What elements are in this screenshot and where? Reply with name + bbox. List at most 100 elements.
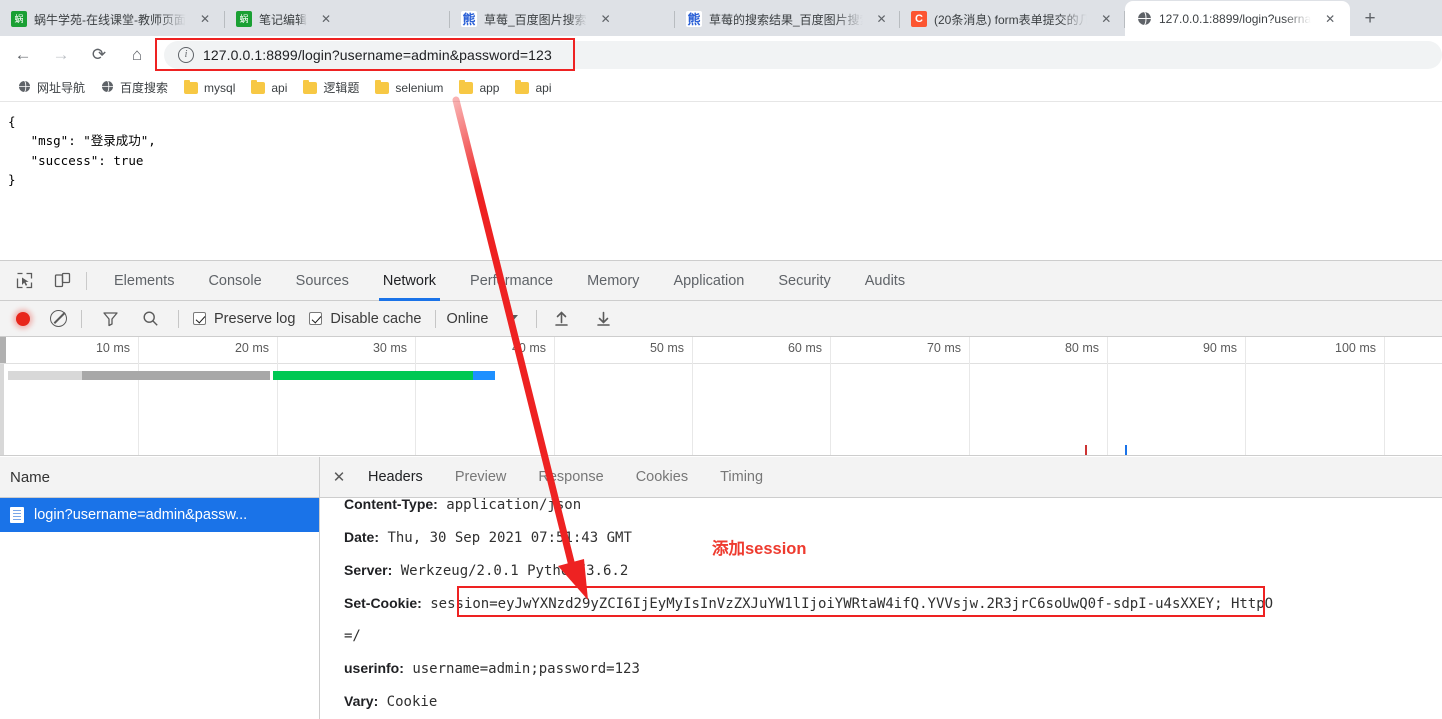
request-detail-tabs: ✕ Headers Preview Response Cookies Timing [320,457,1442,498]
header-row-6: Vary: Cookie [344,685,1442,718]
timeline-tick-label: 70 ms [926,341,961,355]
detail-subtab-timing[interactable]: Timing [704,457,779,498]
tab-close-icon[interactable]: ✕ [595,8,617,30]
header-row-4: =/ [344,620,1442,652]
search-magnifier-icon[interactable] [136,305,164,333]
clear-icon[interactable] [50,310,67,327]
folder-icon [184,79,199,94]
toolbar-divider [178,309,179,328]
browser-tab-0[interactable]: 蜗蜗牛学苑-在线课堂-教师页面 ✕ [0,2,225,36]
header-row-2: Server: Werkzeug/2.0.1 Python/3.6.2 [344,554,1442,587]
disable-cache-checkbox-box[interactable] [309,312,323,325]
header-key: Set-Cookie: [344,595,422,611]
close-icon[interactable]: ✕ [326,468,352,486]
timeline-gridline [1384,337,1385,455]
preserve-log-label: Preserve log [214,310,296,327]
header-value: Thu, 30 Sep 2021 07:51:43 GMT [379,530,632,546]
home-button[interactable]: ⌂ [122,40,152,70]
bookmark-label: api [535,80,552,95]
request-list-item[interactable]: login?username=admin&passw... [0,498,319,532]
timeline-tick-label: 90 ms [1202,341,1237,355]
chevron-down-icon[interactable] [506,315,519,322]
devtools-tab-performance[interactable]: Performance [453,261,570,301]
address-bar[interactable]: i 127.0.0.1:8899/login?username=admin&pa… [164,41,1442,69]
devtools-tab-audits[interactable]: Audits [848,261,922,301]
timeline-separator [0,363,1442,364]
bookmark-item-4[interactable]: 逻辑题 [295,77,367,99]
filter-funnel-icon[interactable] [96,305,124,333]
devtools-tab-memory[interactable]: Memory [570,261,656,301]
bookmark-label: selenium [395,80,444,95]
new-tab-button[interactable]: + [1356,5,1384,33]
browser-tab-2[interactable]: 熊草莓_百度图片搜索 ✕ [450,2,675,36]
devtools-tab-sources[interactable]: Sources [279,261,366,301]
devtools-tab-elements[interactable]: Elements [97,261,191,301]
browser-tab-5[interactable]: 127.0.0.1:8899/login?userna ✕ [1125,1,1350,36]
request-list-header: Name [0,457,319,498]
upload-arrow-icon[interactable] [547,305,575,333]
detail-subtab-cookies[interactable]: Cookies [620,457,704,498]
waterfall-segment-stalled [82,371,270,380]
back-button[interactable]: ← [8,40,38,70]
request-detail-pane: ✕ Headers Preview Response Cookies Timing Co… [320,457,1442,719]
address-bar-url: 127.0.0.1:8899/login?username=admin&pass… [203,47,552,63]
browser-tab-4[interactable]: C (20条消息) form表单提交的几 ✕ [900,2,1125,36]
timeline-tick-label: 30 ms [372,341,407,355]
bookmark-label: 网址导航 [37,81,86,95]
baidu-icon: 熊 [686,11,702,27]
bookmark-item-1[interactable]: 百度搜索 [93,77,176,99]
forward-button[interactable]: → [46,40,76,70]
waterfall-segment-content-download [473,371,495,380]
tab-close-icon[interactable]: ✕ [315,8,337,30]
timeline-gridline [277,337,278,455]
toolbar-divider [536,309,538,328]
cursor-select-icon[interactable] [10,267,38,295]
timeline-gridline [415,337,416,455]
toolbar-divider [435,309,437,328]
browser-tab-1[interactable]: 蜗笔记编辑 ✕ [225,2,450,36]
detail-subtab-preview[interactable]: Preview [439,457,523,498]
disable-cache-checkbox[interactable]: Disable cache [309,311,421,327]
header-key: userinfo: [344,660,404,676]
bookmark-item-0[interactable]: 网址导航 [10,77,93,99]
browser-tab-3[interactable]: 熊草莓的搜索结果_百度图片搜索 ✕ [675,2,900,36]
bookmark-item-7[interactable]: api [507,77,559,99]
download-arrow-icon[interactable] [589,305,617,333]
timeline-tick-label: 80 ms [1064,341,1099,355]
record-dot-icon[interactable] [16,311,30,326]
devtools-tab-security[interactable]: Security [761,261,847,301]
tab-close-icon[interactable]: ✕ [871,8,892,30]
preserve-log-checkbox-box[interactable] [193,312,206,325]
tab-close-icon[interactable]: ✕ [1319,8,1341,30]
bookmark-item-5[interactable]: selenium [367,77,451,99]
devtools-tab-console[interactable]: Console [191,261,278,301]
tab-close-icon[interactable]: ✕ [194,8,216,30]
detail-subtab-headers[interactable]: Headers [352,457,439,498]
reload-button[interactable]: ⟳ [84,40,114,70]
baidu-icon: 熊 [461,11,477,27]
device-toggle-icon[interactable] [48,267,76,295]
devtools-tab-application[interactable]: Application [656,261,761,301]
header-row-3: Set-Cookie: session=eyJwYXNzd29yZCI6IjEy… [344,587,1442,620]
site-info-icon[interactable]: i [178,47,194,63]
devtools-tab-bar: Elements Console Sources Network Performance… [0,261,1442,301]
network-timeline[interactable]: 10 ms 20 ms 30 ms 40 ms 50 ms 60 ms 70 ms 80 ms… [0,337,1442,456]
bookmark-item-6[interactable]: app [451,77,507,99]
folder-icon [375,79,390,94]
browser-tab-strip: 蜗蜗牛学苑-在线课堂-教师页面 ✕ 蜗笔记编辑 ✕ 熊草莓_百度图片搜索 ✕ 熊草莓的搜索结… [0,0,1442,36]
throttling-select[interactable]: Online [446,311,488,327]
devtools-tab-network[interactable]: Network [366,261,453,301]
timeline-tick-label: 10 ms [95,341,130,355]
preserve-log-checkbox[interactable]: Preserve log [193,311,295,327]
bookmark-item-2[interactable]: mysql [176,77,243,99]
header-row-0: Content-Type: application/json [344,498,1442,521]
header-value: =/ [344,628,361,644]
detail-subtab-response[interactable]: Response [522,457,619,498]
globe-icon [101,80,114,96]
timeline-tick-label: 40 ms [511,341,546,355]
request-list-pane: Name login?username=admin&passw... [0,457,320,719]
header-key: Vary: [344,693,379,709]
timeline-gridline [969,337,970,455]
tab-close-icon[interactable]: ✕ [1095,8,1117,30]
bookmark-item-3[interactable]: api [243,77,295,99]
